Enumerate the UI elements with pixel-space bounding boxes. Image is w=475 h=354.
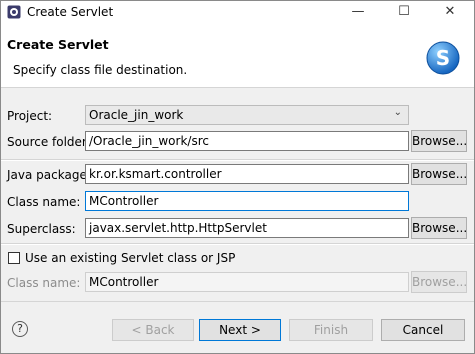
class-name-input[interactable]: MController	[85, 191, 409, 211]
use-existing-label: Use an existing Servlet class or JSP	[25, 251, 236, 265]
help-icon[interactable]: ?	[12, 321, 28, 337]
minimize-button[interactable]: —	[335, 1, 381, 23]
servlet-logo-icon: S	[426, 41, 460, 75]
existing-class-name-input[interactable]: MController	[85, 272, 409, 292]
close-button[interactable]: ✕	[427, 1, 473, 23]
wizard-title: Create Servlet	[7, 37, 109, 52]
title-bar: Create Servlet — ☐ ✕	[1, 1, 474, 23]
source-folder-label: Source folder:	[7, 135, 91, 149]
java-package-browse-button[interactable]: Browse...	[411, 163, 467, 185]
java-package-label: Java package:	[7, 168, 91, 182]
superclass-input[interactable]: javax.servlet.http.HttpServlet	[85, 218, 409, 238]
source-folder-input[interactable]: /Oracle_jin_work/src	[85, 131, 409, 151]
chevron-down-icon: ⌄	[393, 107, 402, 118]
existing-class-name-label: Class name:	[7, 276, 81, 290]
class-name-label: Class name:	[7, 195, 81, 209]
source-folder-browse-button[interactable]: Browse...	[411, 130, 467, 152]
back-button[interactable]: < Back	[112, 319, 194, 341]
separator-highlight	[1, 160, 474, 161]
maximize-button[interactable]: ☐	[381, 1, 427, 23]
eclipse-app-icon	[7, 5, 21, 19]
java-package-input[interactable]: kr.or.ksmart.controller	[85, 164, 409, 184]
separator-highlight	[1, 244, 474, 245]
create-servlet-dialog: Create Servlet — ☐ ✕ Create Servlet Spec…	[0, 0, 475, 354]
existing-class-browse-button[interactable]: Browse...	[411, 271, 467, 293]
next-button[interactable]: Next >	[199, 319, 281, 341]
project-value: Oracle_jin_work	[89, 108, 184, 122]
superclass-browse-button[interactable]: Browse...	[411, 217, 467, 239]
use-existing-checkbox[interactable]	[8, 252, 20, 264]
wizard-subtitle: Specify class file destination.	[13, 63, 188, 77]
svg-text:S: S	[436, 46, 450, 70]
footer-separator	[1, 301, 474, 302]
window-title: Create Servlet	[27, 5, 114, 19]
cancel-button[interactable]: Cancel	[381, 319, 465, 341]
wizard-header: Create Servlet Specify class file destin…	[1, 23, 474, 88]
project-label: Project:	[7, 109, 53, 123]
superclass-label: Superclass:	[7, 222, 76, 236]
finish-button[interactable]: Finish	[289, 319, 373, 341]
project-combo[interactable]: Oracle_jin_work ⌄	[85, 105, 409, 125]
